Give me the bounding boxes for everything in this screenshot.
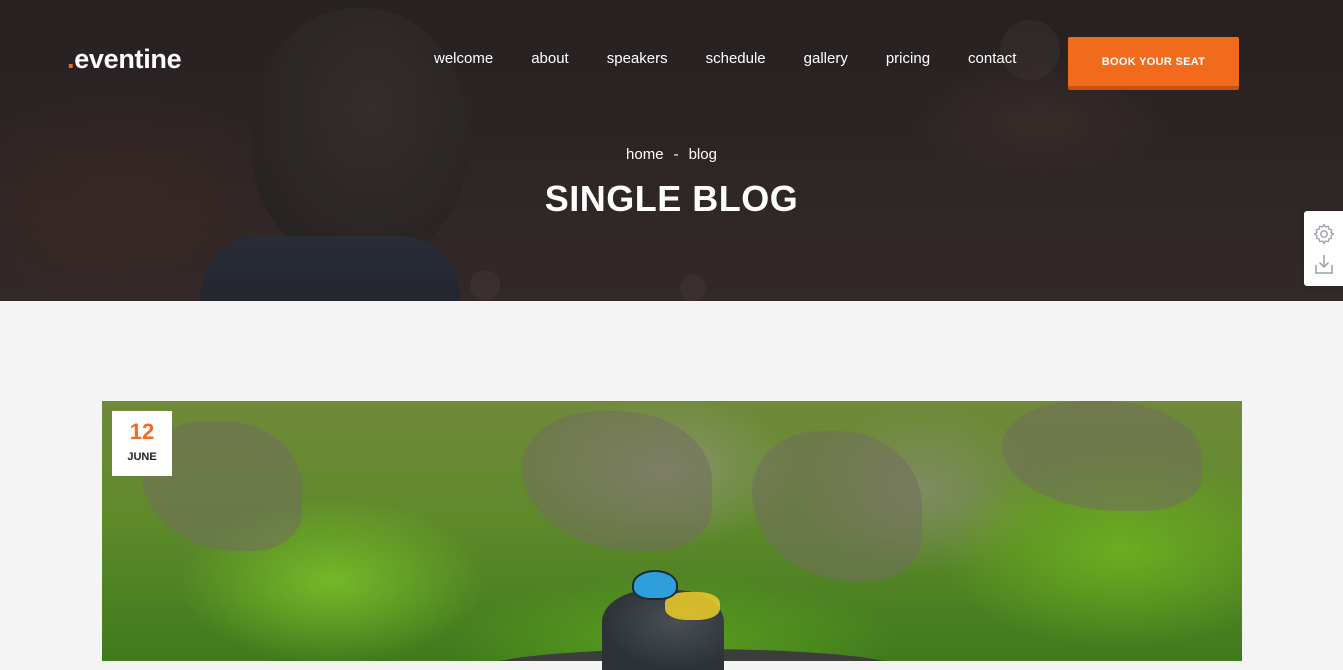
post-date-month: JUNE — [127, 451, 157, 463]
book-seat-button[interactable]: BOOK YOUR SEAT — [1068, 37, 1239, 90]
breadcrumb-separator: - — [673, 146, 679, 163]
breadcrumb-home-link[interactable]: home — [626, 146, 664, 163]
nav-item-gallery[interactable]: gallery — [804, 50, 848, 67]
nav-item-speakers[interactable]: speakers — [607, 50, 668, 67]
image-rock — [1002, 401, 1202, 511]
image-cyclist-backpack — [665, 592, 720, 620]
nav-item-pricing[interactable]: pricing — [886, 50, 930, 67]
breadcrumb: home - blog — [0, 146, 1343, 163]
nav-item-schedule[interactable]: schedule — [706, 50, 766, 67]
post-date-badge: 12 JUNE — [112, 411, 172, 476]
gear-icon[interactable] — [1312, 222, 1336, 246]
post-date-day: 12 — [129, 419, 155, 444]
page-title: SINGLE BLOG — [544, 178, 799, 219]
download-icon[interactable] — [1312, 252, 1336, 276]
image-cyclist-helmet — [632, 570, 678, 600]
main-nav: welcome about speakers schedule gallery … — [434, 50, 1016, 67]
nav-item-contact[interactable]: contact — [968, 50, 1016, 67]
site-logo[interactable]: .eventine — [67, 44, 182, 75]
image-rock — [522, 411, 712, 551]
nav-item-welcome[interactable]: welcome — [434, 50, 493, 67]
breadcrumb-current: blog — [688, 146, 717, 163]
nav-item-about[interactable]: about — [531, 50, 569, 67]
side-tools-panel — [1304, 211, 1343, 286]
image-rock — [752, 431, 922, 581]
logo-text: eventine — [74, 44, 182, 74]
